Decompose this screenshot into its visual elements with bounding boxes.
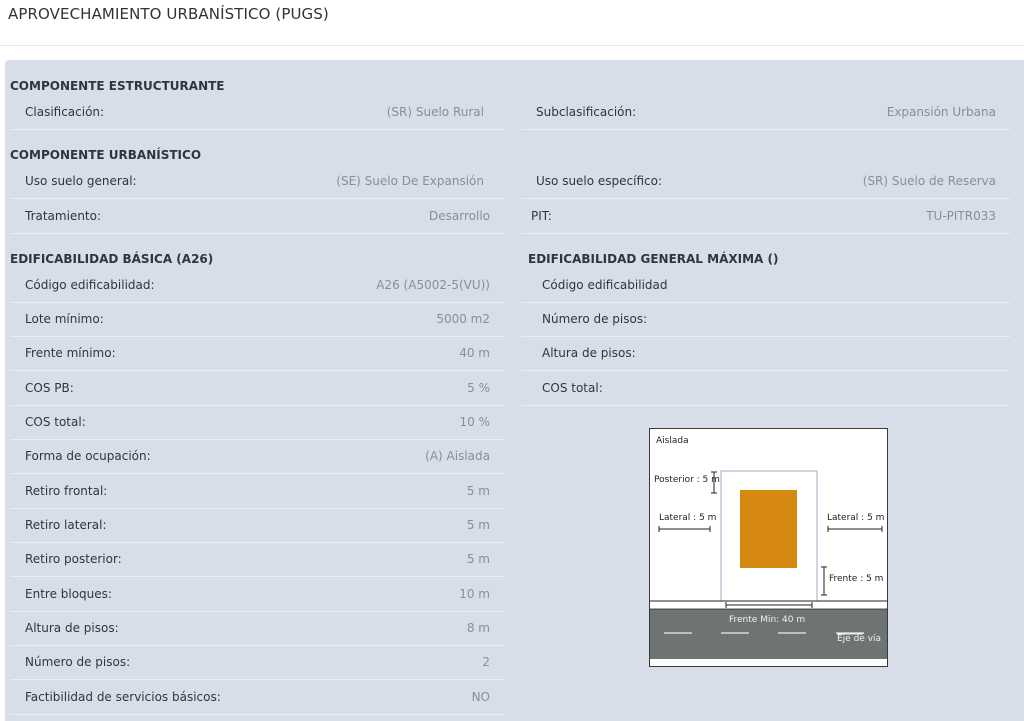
diagram-frente-label: Frente : 5 m xyxy=(829,574,884,584)
row-label: Altura de pisos: xyxy=(542,346,636,360)
row-value: NO xyxy=(471,690,490,704)
row-label: Código edificabilidad xyxy=(542,278,668,292)
row-value: 10 m xyxy=(459,587,490,601)
row-value: Expansión Urbana xyxy=(886,105,996,119)
row-value: (SE) Suelo De Expansión xyxy=(336,174,484,188)
row-value: 40 m xyxy=(459,346,490,360)
row-value: TU-PITR033 xyxy=(926,209,996,223)
row-value: 5 m xyxy=(466,552,490,566)
row-label: Retiro frontal: xyxy=(25,484,108,498)
diagram-title: Aislada xyxy=(656,436,689,446)
row-label: COS total: xyxy=(25,415,86,429)
diagram-drawing xyxy=(650,470,887,659)
row-basica-item: Lote mínimo: 5000 m2 xyxy=(10,303,504,337)
row-label: Número de pisos: xyxy=(542,312,648,326)
row-label: Clasificación: xyxy=(25,105,105,119)
row-label: Retiro posterior: xyxy=(25,552,122,566)
diagram-frente-min-label: Frente Min: 40 m xyxy=(729,615,806,625)
row-value: 10 % xyxy=(459,415,491,429)
row-label: Retiro lateral: xyxy=(25,518,107,532)
row-label: COS total: xyxy=(542,381,603,395)
row-value: 5 m xyxy=(466,518,490,532)
row-label: Forma de ocupación: xyxy=(25,449,151,463)
row-label: Tratamiento: xyxy=(25,209,102,223)
row-label: Factibilidad de servicios básicos: xyxy=(25,690,221,704)
diagram-lateral-right-label: Lateral : 5 m xyxy=(827,513,885,523)
row-max-cos-total: COS total: xyxy=(521,372,1010,406)
row-label: Uso suelo específico: xyxy=(536,174,663,188)
diagram-lateral-left-label: Lateral : 5 m xyxy=(659,513,717,523)
row-label: Número de pisos: xyxy=(25,655,131,669)
row-clasificacion: Clasificación: (SR) Suelo Rural xyxy=(10,96,504,130)
section-title-maxima: EDIFICABILIDAD GENERAL MÁXIMA () xyxy=(528,252,779,266)
row-basica-item: Código edificabilidad: A26 (A5002-5(VU)) xyxy=(10,269,504,303)
row-basica-item: Retiro frontal: 5 m xyxy=(10,475,504,509)
row-uso-suelo-general: Uso suelo general: (SE) Suelo De Expansi… xyxy=(10,165,504,199)
section-title-estructurante: COMPONENTE ESTRUCTURANTE xyxy=(10,79,225,93)
row-basica-item: Frente mínimo: 40 m xyxy=(10,337,504,371)
row-max-altura-pisos: Altura de pisos: xyxy=(521,337,1010,371)
row-pit: PIT: TU-PITR033 xyxy=(521,200,1010,234)
row-basica-item: Retiro lateral: 5 m xyxy=(10,509,504,543)
diagram-posterior-label: Posterior : 5 m xyxy=(654,475,720,485)
row-tratamiento: Tratamiento: Desarrollo xyxy=(10,200,504,234)
occupation-diagram: Aislada Posterior : 5 m Lateral : 5 m La… xyxy=(649,428,888,667)
row-label: Código edificabilidad: xyxy=(25,278,155,292)
row-basica-item: Entre bloques: 10 m xyxy=(10,578,504,612)
row-value: Desarrollo xyxy=(429,209,490,223)
row-value: (SR) Suelo Rural xyxy=(386,105,484,119)
page-title: APROVECHAMIENTO URBANÍSTICO (PUGS) xyxy=(8,5,329,23)
row-value: (SR) Suelo de Reserva xyxy=(862,174,996,188)
row-value: (A) Aislada xyxy=(425,449,490,463)
row-subclasificacion: Subclasificación: Expansión Urbana xyxy=(521,96,1010,130)
diagram-eje-label: Eje de vía xyxy=(837,634,882,644)
row-value: 2 xyxy=(482,655,490,669)
section-title-urbanistico: COMPONENTE URBANÍSTICO xyxy=(10,148,202,162)
row-label: Altura de pisos: xyxy=(25,621,119,635)
row-label: PIT: xyxy=(531,209,552,223)
row-basica-item: COS total: 10 % xyxy=(10,406,504,440)
section-title-basica: EDIFICABILIDAD BÁSICA (A26) xyxy=(10,252,214,266)
row-label: Uso suelo general: xyxy=(25,174,137,188)
row-basica-item: Altura de pisos: 8 m xyxy=(10,612,504,646)
row-value: A26 (A5002-5(VU)) xyxy=(376,278,490,292)
row-max-codigo: Código edificabilidad xyxy=(521,269,1010,303)
page-header: APROVECHAMIENTO URBANÍSTICO (PUGS) xyxy=(0,0,1024,46)
row-basica-item: Retiro posterior: 5 m xyxy=(10,543,504,577)
row-value: 8 m xyxy=(466,621,490,635)
building-footprint xyxy=(740,490,797,568)
row-basica-item: Forma de ocupación: (A) Aislada xyxy=(10,440,504,474)
row-value: 5000 m2 xyxy=(436,312,490,326)
row-label: Frente mínimo: xyxy=(25,346,116,360)
row-basica-item: Factibilidad de servicios básicos: NO xyxy=(10,681,504,715)
row-label: Lote mínimo: xyxy=(25,312,104,326)
row-basica-item: Número de pisos: 2 xyxy=(10,646,504,680)
row-value: 5 m xyxy=(466,484,490,498)
row-basica-item: COS PB: 5 % xyxy=(10,372,504,406)
row-max-numero-pisos: Número de pisos: xyxy=(521,303,1010,337)
row-label: Entre bloques: xyxy=(25,587,112,601)
row-uso-suelo-especifico: Uso suelo específico: (SR) Suelo de Rese… xyxy=(521,165,1010,199)
row-label: COS PB: xyxy=(25,381,74,395)
row-value: 5 % xyxy=(467,381,490,395)
row-label: Subclasificación: xyxy=(536,105,637,119)
